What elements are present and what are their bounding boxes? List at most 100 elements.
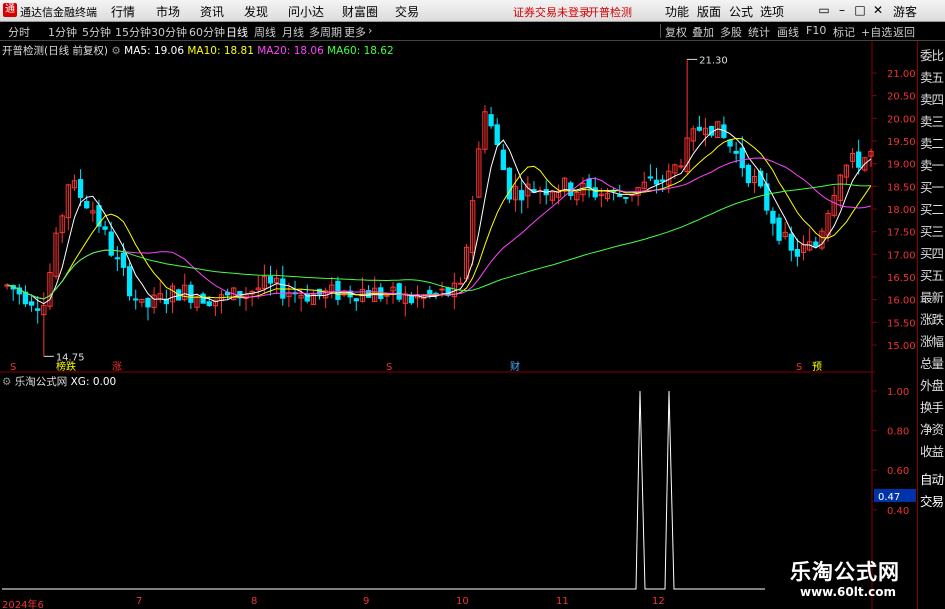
minimize-icon[interactable]: –: [835, 3, 849, 17]
trade-button[interactable]: 交易: [920, 491, 944, 510]
period-5min[interactable]: 5分钟: [82, 24, 111, 40]
menu-function[interactable]: 功能: [665, 3, 689, 20]
period-monthly[interactable]: 月线: [282, 24, 304, 40]
menu-layout[interactable]: 版面: [697, 3, 721, 20]
app-logo-icon: 通: [3, 3, 17, 17]
tool-stats[interactable]: 统计: [748, 24, 770, 40]
quote-outer[interactable]: 外盘: [920, 375, 944, 394]
tool-back[interactable]: 返回: [893, 24, 915, 40]
quote-bid4[interactable]: 买四: [920, 243, 944, 262]
candle-body: [494, 124, 500, 146]
kline-chart[interactable]: 21.00 20.50 20.00 19.50 19.00 18.50 18.00 17.50…: [0, 41, 917, 609]
price-tick-label: 19.50: [887, 137, 916, 148]
period-multi[interactable]: 多周期: [309, 24, 342, 40]
candle-body: [35, 308, 41, 311]
sub-tick-label: 0.40: [887, 506, 909, 517]
tool-overlay[interactable]: 叠加: [692, 24, 714, 40]
period-tick[interactable]: 分时: [8, 24, 30, 40]
quote-bid3[interactable]: 买三: [920, 221, 944, 240]
quote-bid1[interactable]: 买一: [920, 177, 944, 196]
maximize-icon[interactable]: □: [853, 3, 867, 17]
candle-body: [653, 179, 660, 185]
candle-body: [727, 139, 733, 147]
candle-body: [659, 179, 666, 182]
menu-ask[interactable]: 问小达: [288, 3, 324, 20]
quote-ask3[interactable]: 卖三: [920, 111, 944, 130]
window-menu-icon[interactable]: ▭: [817, 3, 831, 17]
quote-eps[interactable]: 收益: [920, 441, 944, 460]
trade-login-status[interactable]: 证券交易未登录: [513, 4, 590, 20]
candle-body: [678, 165, 684, 168]
event-marker: S: [10, 362, 16, 373]
period-more[interactable]: 更多: [344, 24, 366, 40]
quote-ask2[interactable]: 卖二: [920, 133, 944, 152]
quote-bid-ratio[interactable]: 委比: [920, 45, 944, 64]
tool-multi-stock[interactable]: 多股: [720, 24, 742, 40]
menu-trade[interactable]: 交易: [395, 3, 419, 20]
price-tick-label: 17.50: [887, 228, 916, 239]
candle-body: [586, 178, 592, 188]
menu-wealth[interactable]: 财富圈: [342, 3, 378, 20]
ma60-label: MA60: 18.62: [327, 45, 394, 57]
event-marker: 财: [510, 360, 520, 373]
period-30min[interactable]: 30分钟: [151, 24, 187, 40]
candle-body: [408, 296, 415, 304]
candle-body: [114, 257, 120, 260]
period-1min[interactable]: 1分钟: [48, 24, 77, 40]
menu-quotes[interactable]: 行情: [111, 3, 135, 20]
candle-body: [384, 294, 390, 297]
ma60-line: [6, 183, 871, 300]
menu-news[interactable]: 资讯: [200, 3, 224, 20]
quote-turnover[interactable]: 换手: [920, 397, 944, 416]
close-icon[interactable]: ✕: [871, 3, 885, 17]
candle-body: [188, 284, 194, 303]
menu-discover[interactable]: 发现: [244, 3, 268, 20]
tool-draw[interactable]: 画线: [777, 24, 799, 40]
toolbar-separator: [660, 24, 661, 38]
quote-bid2[interactable]: 买二: [920, 199, 944, 218]
candle-body: [488, 114, 494, 127]
tool-add-watchlist[interactable]: +自选: [861, 24, 892, 40]
tool-mark[interactable]: 标记: [833, 24, 855, 40]
quote-change-pct[interactable]: 涨幅: [920, 331, 944, 350]
quote-ask1[interactable]: 卖一: [920, 155, 944, 174]
candle-body: [126, 266, 133, 297]
price-tick-label: 18.50: [887, 182, 916, 193]
more-chevron-icon[interactable]: ›: [368, 24, 372, 37]
period-daily[interactable]: 日线: [226, 24, 248, 40]
period-toolbar: 分时 1分钟 5分钟 15分钟 30分钟 60分钟 日线 周线 月线 多周期 更…: [0, 22, 945, 41]
period-weekly[interactable]: 周线: [254, 24, 276, 40]
settings-gear-icon[interactable]: ⚙: [2, 376, 11, 388]
settings-gear-icon[interactable]: ⚙: [111, 45, 120, 57]
quote-volume[interactable]: 总量: [920, 353, 944, 372]
period-15min[interactable]: 15分钟: [115, 24, 151, 40]
quote-bid5[interactable]: 买五: [920, 265, 944, 284]
event-marker: S: [796, 362, 802, 373]
candle-body: [788, 233, 794, 251]
user-guest[interactable]: 游客: [893, 3, 917, 20]
period-60min[interactable]: 60分钟: [189, 24, 225, 40]
menu-options[interactable]: 选项: [760, 3, 784, 20]
menu-market[interactable]: 市场: [156, 3, 180, 20]
menu-formula[interactable]: 公式: [729, 3, 753, 20]
date-label: 8: [251, 596, 258, 607]
price-tick-label: 15.50: [887, 318, 916, 329]
auto-trade-button[interactable]: 自动: [920, 469, 944, 488]
high-price-label: 21.30: [699, 55, 728, 66]
date-label: 10: [456, 596, 469, 607]
candle-body: [102, 226, 108, 230]
quote-change[interactable]: 涨跌: [920, 309, 944, 328]
quote-ask4[interactable]: 卖四: [920, 89, 944, 108]
quote-last[interactable]: 最新: [920, 287, 944, 306]
candle-body: [733, 150, 739, 154]
candle-body: [28, 301, 35, 306]
quote-net-asset[interactable]: 净资: [920, 419, 944, 438]
quote-ask5[interactable]: 卖五: [920, 67, 944, 86]
candle-body: [206, 301, 212, 307]
quote-side-panel: 委比 卖五 卖四 卖三 卖二 卖一 买一 买二 买三 买四 买五 最新 涨跌 涨…: [917, 41, 945, 609]
candle-body: [353, 298, 359, 302]
tool-f10[interactable]: F10: [806, 24, 826, 37]
candle-body: [519, 190, 525, 201]
tool-adjust[interactable]: 复权: [665, 24, 687, 40]
candle-body: [84, 201, 90, 209]
